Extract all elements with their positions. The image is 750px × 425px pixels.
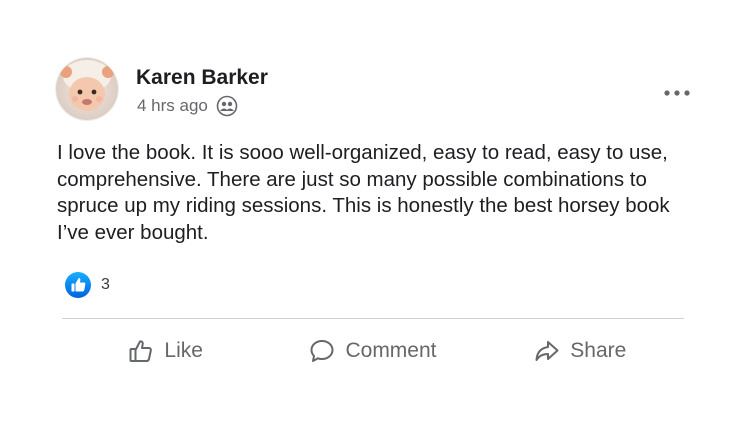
author-name[interactable]: Karen Barker <box>136 66 268 90</box>
post-meta: 4 hrs ago <box>137 95 238 117</box>
more-dots-icon <box>664 90 690 96</box>
share-button[interactable]: Share <box>477 328 684 374</box>
share-arrow-icon <box>534 338 560 364</box>
baby-avatar-image <box>56 58 118 120</box>
comment-label: Comment <box>345 339 437 362</box>
post-card: Karen Barker 4 hrs ago I love the book. … <box>0 0 750 425</box>
like-button[interactable]: Like <box>62 328 269 374</box>
friends-icon[interactable] <box>216 95 238 117</box>
reaction-count: 3 <box>101 276 110 293</box>
action-bar: Like Comment Share <box>62 328 684 374</box>
comment-icon <box>309 338 335 364</box>
post-text: I love the book. It is sooo well-organiz… <box>57 141 670 244</box>
like-reaction-icon <box>65 272 91 298</box>
thumbs-up-icon <box>128 338 154 364</box>
comment-button[interactable]: Comment <box>269 328 476 374</box>
divider <box>62 318 684 319</box>
share-label: Share <box>570 339 627 362</box>
more-options-button[interactable] <box>660 80 694 106</box>
like-label: Like <box>164 339 203 362</box>
reaction-summary[interactable]: 3 <box>65 272 110 298</box>
post-timestamp[interactable]: 4 hrs ago <box>137 96 208 116</box>
avatar[interactable] <box>56 58 118 120</box>
